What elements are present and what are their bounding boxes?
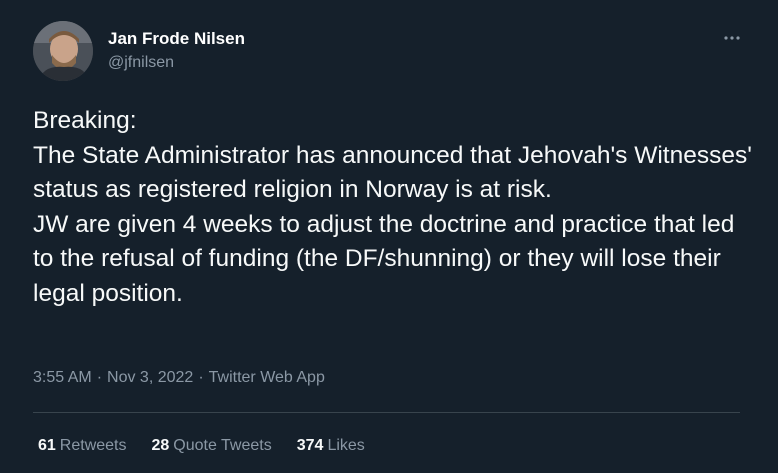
divider xyxy=(33,412,740,413)
quote-tweets-stat[interactable]: 28 Quote Tweets xyxy=(152,437,272,455)
quote-tweets-count: 28 xyxy=(151,437,170,454)
tweet-metadata: 3:55 AM · Nov 3, 2022 · Twitter Web App xyxy=(33,369,325,387)
likes-stat[interactable]: 374 Likes xyxy=(297,437,365,455)
engagement-stats: 61 Retweets 28 Quote Tweets 374 Likes xyxy=(38,437,365,455)
likes-label: Likes xyxy=(327,437,365,454)
likes-count: 374 xyxy=(296,437,324,454)
retweets-stat[interactable]: 61 Retweets xyxy=(38,437,127,455)
more-horizontal-icon xyxy=(724,36,740,40)
meta-separator: · xyxy=(198,369,204,386)
retweets-label: Retweets xyxy=(59,437,127,454)
meta-separator: · xyxy=(96,369,103,386)
tweet-card: Jan Frode Nilsen @jfnilsen Breaking: The… xyxy=(0,0,778,473)
tweet-text: Breaking: The State Administrator has an… xyxy=(33,107,752,307)
tweet-source-link[interactable]: Twitter Web App xyxy=(209,369,325,386)
quote-tweets-label: Quote Tweets xyxy=(173,437,272,454)
retweets-count: 61 xyxy=(38,437,56,454)
tweet-time-link[interactable]: 3:55 AM xyxy=(33,369,92,386)
more-options-button[interactable] xyxy=(720,26,744,50)
tweet-date-link[interactable]: Nov 3, 2022 xyxy=(107,369,193,386)
user-handle[interactable]: @jfnilsen xyxy=(108,54,174,72)
display-name[interactable]: Jan Frode Nilsen xyxy=(108,29,245,49)
avatar[interactable] xyxy=(33,21,93,81)
avatar-image xyxy=(33,21,93,81)
